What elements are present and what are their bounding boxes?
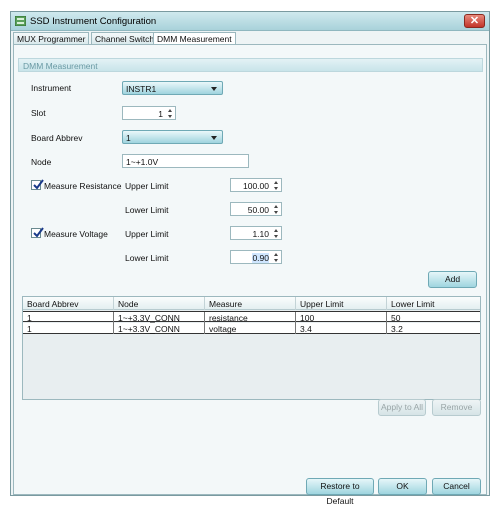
resistance-lower-spinner[interactable]: 50.00 [230, 202, 282, 216]
chevron-down-icon [211, 136, 217, 140]
table-cell: 50 [391, 313, 401, 323]
table-header: Board Abbrev Node Measure Upper Limit Lo… [23, 297, 480, 310]
checkmark-icon [33, 179, 44, 190]
voltage-lower-label: Lower Limit [125, 253, 169, 263]
apply-to-all-button[interactable]: Apply to All [378, 399, 426, 416]
chevron-down-icon [211, 87, 217, 91]
measure-resistance-label: Measure Resistance [44, 181, 122, 191]
resistance-upper-value: 100.00 [243, 181, 269, 191]
ok-button[interactable]: OK [378, 478, 427, 495]
table-row[interactable]: 1 1~+3.3V_CONN resistance 100 50 [23, 311, 480, 323]
spin-up-icon[interactable] [166, 108, 174, 113]
column-header[interactable]: Lower Limit [387, 297, 480, 310]
measure-voltage-checkbox[interactable] [31, 227, 44, 238]
table-cell: 1 [23, 323, 114, 334]
voltage-lower-spinner[interactable]: 0.90 [230, 250, 282, 264]
column-header[interactable]: Node [114, 297, 205, 310]
table-cell: 1~+3.3V_CONN [114, 312, 205, 323]
measurement-table: Board Abbrev Node Measure Upper Limit Lo… [22, 296, 481, 400]
instrument-select[interactable]: INSTR1 [122, 81, 223, 95]
add-button[interactable]: Add [428, 271, 477, 288]
tab-content: DMM Measurement Instrument INSTR1 Slot 1… [13, 44, 487, 506]
spin-up-icon[interactable] [272, 228, 280, 233]
checkmark-icon [33, 227, 44, 238]
voltage-lower-value: 0.90 [252, 253, 269, 263]
resistance-lower-value: 50.00 [247, 205, 269, 215]
tab-mux-programmer[interactable]: MUX Programmer [13, 32, 90, 44]
table-cell: resistance [205, 312, 296, 323]
spin-up-icon[interactable] [272, 252, 280, 257]
table-cell: voltage [205, 323, 296, 334]
node-label: Node [31, 157, 52, 167]
board-abbrev-value: 1 [126, 133, 131, 143]
column-header[interactable]: Upper Limit [296, 297, 387, 310]
board-abbrev-label: Board Abbrev [31, 133, 83, 143]
node-field[interactable]: 1~+1.0V [122, 154, 249, 168]
slot-spinner[interactable]: 1 [122, 106, 176, 120]
voltage-upper-spinner[interactable]: 1.10 [230, 226, 282, 240]
table-cell: 1 [23, 312, 114, 323]
column-header[interactable]: Board Abbrev [23, 297, 114, 310]
dialog-window: SSD Instrument Configuration ✕ MUX Progr… [10, 11, 490, 506]
board-abbrev-select[interactable]: 1 [122, 130, 223, 144]
spin-up-icon[interactable] [272, 180, 280, 185]
cancel-button[interactable]: Cancel [432, 478, 481, 495]
remove-button[interactable]: Remove [432, 399, 481, 416]
window-title: SSD Instrument Configuration [30, 16, 157, 27]
restore-defaults-button[interactable]: Restore to Default [306, 478, 374, 506]
spin-down-icon[interactable] [272, 186, 280, 191]
table-cell: 1~+3.3V_CONN [114, 323, 205, 334]
column-header[interactable]: Measure [205, 297, 296, 310]
tab-channel-switch[interactable]: Channel Switch [91, 32, 159, 44]
voltage-upper-label: Upper Limit [125, 229, 169, 239]
measure-resistance-checkbox[interactable] [31, 179, 44, 190]
close-button[interactable]: ✕ [464, 14, 485, 28]
voltage-upper-value: 1.10 [252, 229, 269, 239]
table-cell: 100 [296, 312, 387, 323]
spin-down-icon[interactable] [272, 234, 280, 239]
table-cell: 3.4 [296, 323, 387, 334]
spin-down-icon[interactable] [166, 114, 174, 119]
resistance-upper-label: Upper Limit [125, 181, 169, 191]
slot-label: Slot [31, 108, 46, 118]
resistance-lower-label: Lower Limit [125, 205, 169, 215]
group-header: DMM Measurement [18, 58, 483, 72]
measure-voltage-label: Measure Voltage [44, 229, 108, 239]
resistance-upper-spinner[interactable]: 100.00 [230, 178, 282, 192]
spin-up-icon[interactable] [272, 204, 280, 209]
instrument-value: INSTR1 [126, 84, 157, 94]
slot-value: 1 [158, 109, 163, 119]
table-cell: 3.2 [391, 324, 403, 334]
app-icon [15, 16, 26, 26]
table-row[interactable]: 1 1~+3.3V_CONN voltage 3.4 3.2 [23, 323, 480, 334]
spin-down-icon[interactable] [272, 258, 280, 263]
spin-down-icon[interactable] [272, 210, 280, 215]
title-bar[interactable]: SSD Instrument Configuration ✕ [11, 12, 489, 31]
instrument-label: Instrument [31, 83, 72, 93]
